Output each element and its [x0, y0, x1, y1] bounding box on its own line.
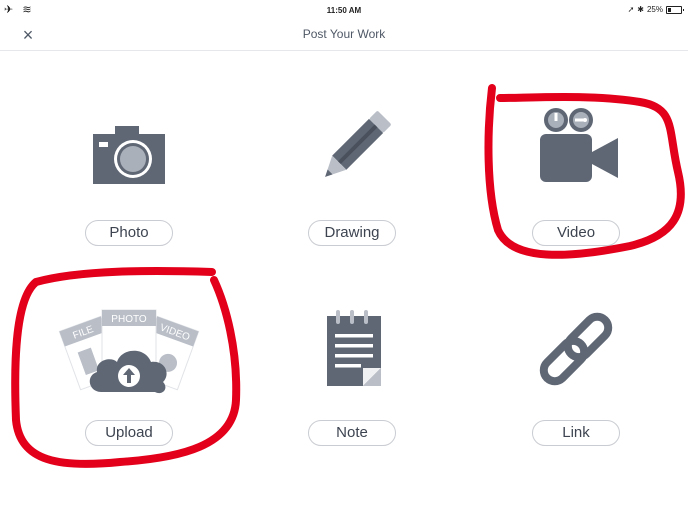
battery-percent: 25%: [646, 5, 663, 14]
note-option[interactable]: Note: [252, 300, 452, 480]
video-camera-icon: [540, 108, 618, 182]
video-button[interactable]: Video: [532, 220, 620, 246]
status-bar: ✈ ︎ ≋ 11:50 AM ➚ ✱ 25%: [0, 0, 688, 20]
page-title: Post Your Work: [302, 27, 386, 41]
note-button[interactable]: Note: [308, 420, 396, 446]
upload-option[interactable]: FILE VIDEO PHOTO Upload: [29, 300, 229, 480]
drawing-option[interactable]: Drawing: [252, 100, 452, 280]
pencil-icon: [325, 111, 391, 177]
notepad-icon: [327, 310, 381, 386]
photo-tag: PHOTO: [111, 314, 147, 325]
bluetooth-icon: ✱: [637, 5, 644, 14]
photo-option[interactable]: Photo: [29, 100, 229, 280]
video-option[interactable]: Video: [476, 100, 676, 280]
upload-button[interactable]: Upload: [85, 420, 173, 446]
location-icon: ➚: [627, 5, 635, 14]
nav-bar: × Post Your Work: [0, 20, 688, 51]
chain-link-icon: [539, 312, 613, 386]
link-button[interactable]: Link: [532, 420, 620, 446]
battery-icon: [666, 5, 684, 14]
camera-icon: [93, 126, 165, 184]
status-right: ➚ ✱ 25%: [627, 5, 684, 14]
cloud-upload-icon: FILE VIDEO PHOTO: [58, 309, 200, 394]
link-option[interactable]: Link: [476, 300, 676, 480]
status-time: 11:50 AM: [326, 6, 362, 15]
photo-button[interactable]: Photo: [85, 220, 173, 246]
drawing-button[interactable]: Drawing: [308, 220, 396, 246]
